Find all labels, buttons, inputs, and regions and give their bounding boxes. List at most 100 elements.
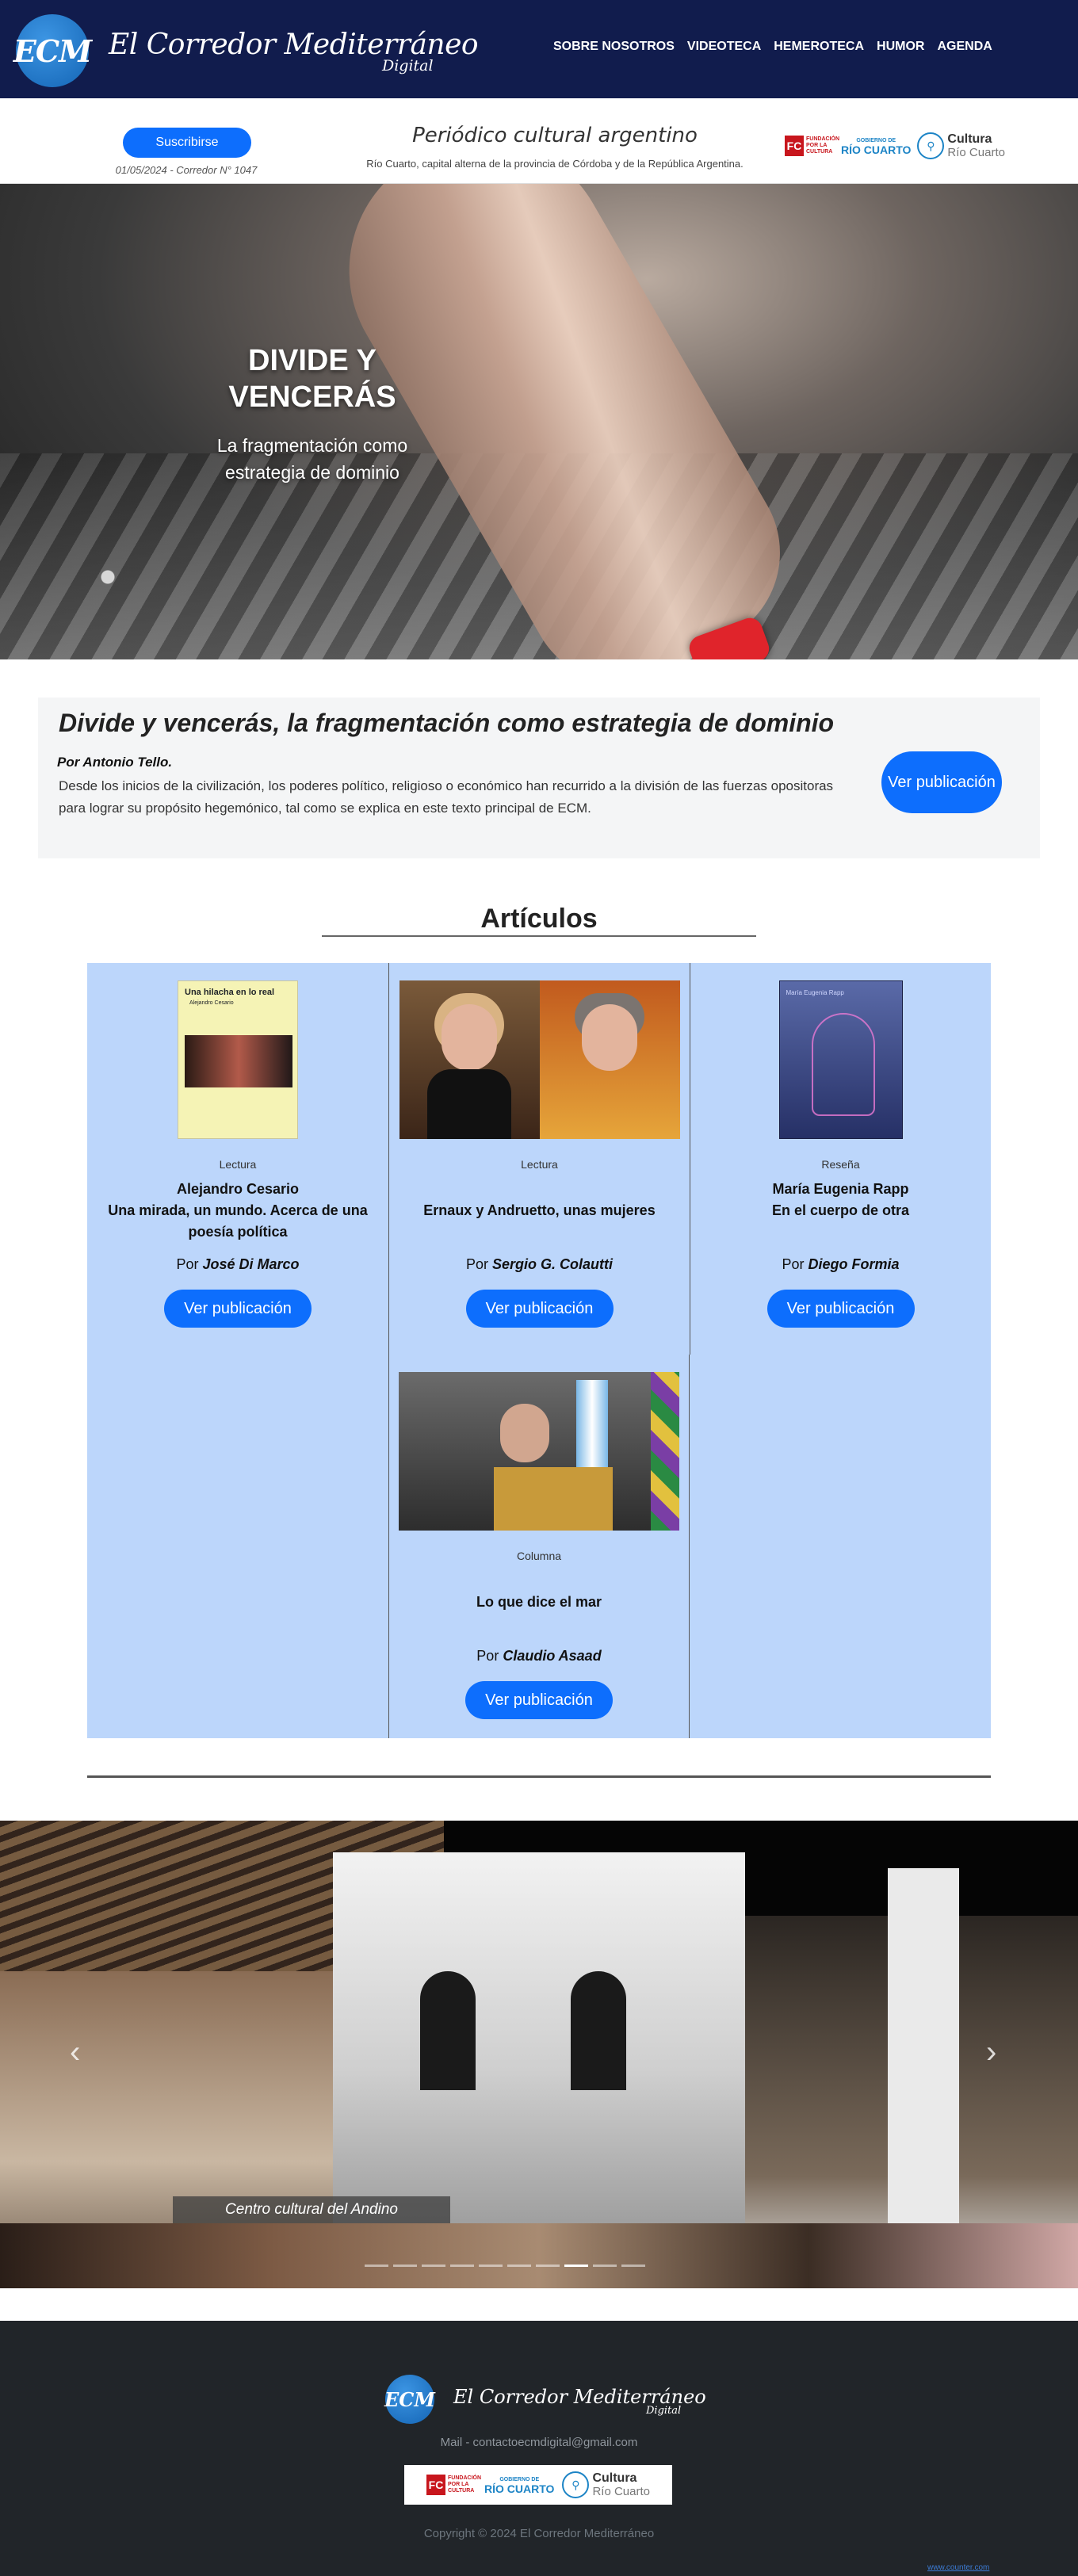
article-author: Diego Formia — [808, 1256, 900, 1272]
nav-link-humor[interactable]: HUMOR — [877, 40, 924, 54]
carousel-next-icon[interactable]: › — [986, 2035, 996, 2070]
hero-subtitle: La fragmentación como estrategia de domi… — [216, 435, 408, 483]
counter-badge[interactable]: www.counter.com — [927, 2563, 989, 2572]
carousel-indicator[interactable] — [479, 2265, 503, 2267]
fc-text: FUNDACIÓN POR LA CULTURA — [448, 2475, 482, 2494]
rc-top-text: GOBIERNO DE — [856, 137, 896, 143]
book-cover-photo — [185, 1035, 292, 1087]
footer-mail[interactable]: Mail - contactoecmdigital@gmail.com — [0, 2436, 1078, 2449]
articles-grid: Una hilacha en lo real Alejandro Cesario… — [87, 963, 991, 1738]
hero-banner[interactable] — [0, 184, 1078, 659]
rc-top-text: GOBIERNO DE — [499, 2476, 540, 2482]
carousel-indicator[interactable] — [422, 2265, 445, 2267]
featured-excerpt: Desde los inicios de la civilización, lo… — [59, 778, 834, 816]
carousel-indicator[interactable] — [621, 2265, 645, 2267]
featured-article: Divide y vencerás, la fragmentación como… — [38, 698, 1040, 858]
article-byline: Por Claudio Asaad — [389, 1648, 689, 1664]
hero-title: DIVIDE Y VENCERÁS — [228, 344, 396, 414]
fc-mark-icon: FC — [426, 2475, 446, 2495]
rc-main-text: RÍO CUARTO — [484, 2482, 555, 2495]
view-publication-button[interactable]: Ver publicación — [164, 1290, 312, 1328]
site-name-sub: Digital — [382, 57, 434, 75]
article-thumbnail[interactable]: María Eugenia Rapp — [778, 980, 903, 1139]
carousel-indicator[interactable] — [365, 2265, 388, 2267]
subscribe-button[interactable]: Suscribirse — [123, 128, 251, 158]
book-cover-figure — [811, 1013, 875, 1116]
ecm-logo-icon[interactable]: ECM — [13, 14, 92, 87]
article-heading: Alejandro Cesario Una mirada, un mundo. … — [108, 1181, 368, 1240]
article-thumbnail[interactable] — [399, 1372, 679, 1531]
tagline: Periódico cultural argentino — [412, 124, 698, 147]
site-footer: ECM El Corredor Mediterráneo Digital Mai… — [0, 2321, 1078, 2576]
top-navbar: ECM El Corredor Mediterráneo Digital SOB… — [0, 0, 1078, 98]
footer-copyright: Copyright © 2024 El Corredor Mediterráne… — [423, 2527, 655, 2540]
carousel-indicator[interactable] — [393, 2265, 417, 2267]
tagline-subtitle: Río Cuarto, capital alterna de la provin… — [366, 158, 744, 170]
article-thumbnail[interactable] — [399, 980, 680, 1139]
byline-prefix: Por — [476, 1648, 499, 1664]
footer-ecm-logo-icon[interactable]: ECM — [384, 2375, 435, 2424]
article-heading: María Eugenia Rapp En el cuerpo de otra — [771, 1181, 910, 1218]
carousel-prev-icon[interactable]: ‹ — [70, 2035, 80, 2070]
byline-prefix: Por — [782, 1256, 805, 1272]
cu-sub-text: Río Cuarto — [592, 2485, 650, 2498]
featured-title[interactable]: Divide y vencerás, la fragmentación como… — [59, 709, 834, 738]
article-card: Lectura Ernaux y Andruetto, unas mujeres… — [388, 963, 690, 1355]
cu-main-text: Cultura — [592, 2471, 637, 2485]
featured-view-button[interactable]: Ver publicación — [881, 751, 1002, 813]
carousel-indicator[interactable] — [507, 2265, 531, 2267]
carousel-indicator[interactable] — [564, 2265, 588, 2267]
article-category: Lectura — [521, 1158, 558, 1171]
article-byline: Por José Di Marco — [87, 1256, 388, 1273]
article-card: María Eugenia Rapp Reseña María Eugenia … — [690, 963, 991, 1355]
footer-sponsor-logos: FC FUNDACIÓN POR LA CULTURA GOBIERNO DE … — [404, 2465, 672, 2505]
nav-link-hemeroteca[interactable]: HEMEROTECA — [774, 40, 864, 54]
article-card: Una hilacha en lo real Alejandro Cesario… — [87, 963, 388, 1355]
rc-main-text: RÍO CUARTO — [841, 143, 912, 156]
section-divider — [87, 1775, 991, 1778]
nav-link-sobre-nosotros[interactable]: SOBRE NOSOTROS — [553, 40, 675, 54]
featured-author: Por Antonio Tello. — [57, 755, 173, 770]
nav-link-videoteca[interactable]: VIDEOTECA — [687, 40, 761, 54]
fc-mark-icon: FC — [785, 136, 804, 156]
carousel-indicators — [365, 2265, 645, 2267]
empty-cell — [690, 1355, 991, 1738]
subheader: Suscribirse 01/05/2024 - Corredor N° 104… — [0, 98, 1078, 184]
nav-link-agenda[interactable]: AGENDA — [937, 40, 992, 54]
cu-sub-text: Río Cuarto — [947, 146, 1005, 159]
book-author: Alejandro Cesario — [189, 1000, 234, 1006]
main-nav: SOBRE NOSOTROS VIDEOTECA HEMEROTECA HUMO… — [553, 40, 992, 54]
cultura-rio-cuarto-logo[interactable]: ⚲ Cultura Río Cuarto — [917, 132, 1005, 159]
article-card: Columna Lo que dice el mar Por Claudio A… — [388, 1355, 690, 1738]
article-author: Claudio Asaad — [503, 1648, 602, 1664]
articles-section-title: Artículos — [480, 904, 598, 934]
article-heading: Lo que dice el mar — [476, 1594, 602, 1610]
site-name[interactable]: El Corredor Mediterráneo — [109, 29, 479, 61]
book-title: Una hilacha en lo real — [185, 988, 275, 997]
view-publication-button[interactable]: Ver publicación — [465, 1290, 614, 1328]
article-byline: Por Sergio G. Colautti — [389, 1256, 690, 1273]
empty-cell — [87, 1355, 388, 1738]
article-author: José Di Marco — [202, 1256, 300, 1272]
figure-icon: ⚲ — [917, 132, 945, 159]
article-heading: Ernaux y Andruetto, unas mujeres — [423, 1202, 656, 1218]
image-carousel[interactable]: ‹ › Centro cultural del Andino — [0, 1821, 1078, 2288]
carousel-indicator[interactable] — [536, 2265, 560, 2267]
articles-title-rule — [322, 935, 756, 937]
view-publication-button[interactable]: Ver publicación — [465, 1681, 613, 1719]
view-publication-button[interactable]: Ver publicación — [766, 1290, 915, 1328]
cu-main-text: Cultura — [947, 132, 992, 146]
byline-prefix: Por — [465, 1256, 488, 1272]
article-thumbnail[interactable]: Una hilacha en lo real Alejandro Cesario — [178, 980, 298, 1139]
article-category: Columna — [516, 1550, 562, 1562]
carousel-indicator[interactable] — [450, 2265, 474, 2267]
article-byline: Por Diego Formia — [690, 1256, 991, 1273]
footer-site-name-sub: Digital — [646, 2405, 682, 2417]
gobierno-rio-cuarto-logo[interactable]: GOBIERNO DE RÍO CUARTO — [841, 137, 911, 155]
carousel-indicator[interactable] — [593, 2265, 617, 2267]
article-category: Reseña — [821, 1158, 860, 1171]
carousel-caption: Centro cultural del Andino — [173, 2196, 450, 2223]
fc-text: FUNDACIÓN POR LA CULTURA — [806, 136, 839, 155]
fundacion-cultura-logo[interactable]: FC FUNDACIÓN POR LA CULTURA — [785, 136, 839, 156]
book-label: María Eugenia Rapp — [786, 989, 844, 996]
